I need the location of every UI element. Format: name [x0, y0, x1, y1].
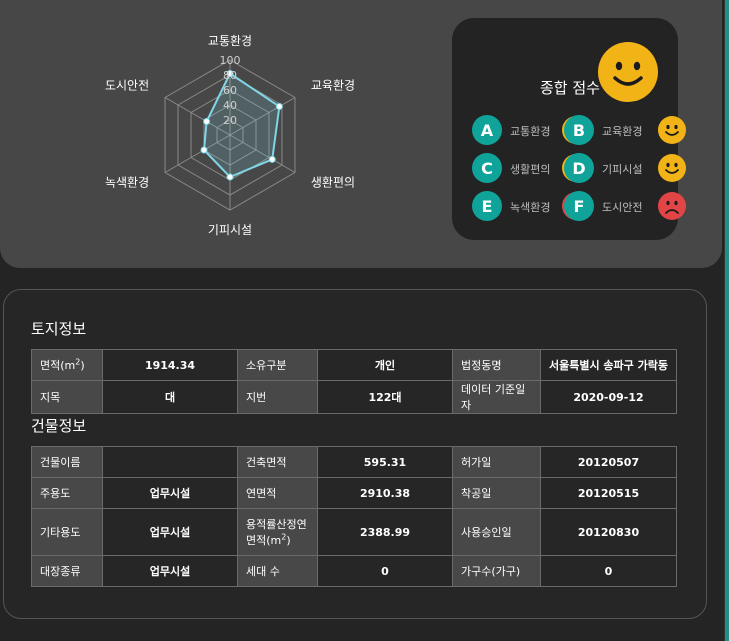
radar-axis-label: 도시안전 [105, 79, 149, 93]
table-header-cell: 기타용도 [31, 508, 103, 556]
grade-badge-f: F [564, 191, 594, 221]
sad-face-icon [658, 192, 686, 220]
table-value-cell: 대 [102, 380, 238, 414]
happy-face-icon [598, 42, 658, 102]
building-info-title: 건물정보 [31, 417, 87, 435]
radar-axis-label: 생환편의 [311, 176, 355, 190]
table-value-cell: 2910.38 [317, 477, 453, 509]
radar-chart: 100 80 60 40 20 교통환경교육환경생환편의기피시설 녹색환경 도시안전 [105, 34, 355, 237]
table-value-cell: 업무시설 [102, 477, 238, 509]
table-value-cell: 20120507 [540, 446, 677, 478]
radar-tick-label: 60 [223, 84, 237, 97]
table-header-cell: 가구수(가구) [452, 555, 541, 587]
table-value-cell: 595.31 [317, 446, 453, 478]
table-header-cell: 소유구분 [237, 349, 318, 381]
table-row: 대장종류 업무시설 세대 수 0 가구수(가구) 0 [31, 555, 677, 587]
radar-point [268, 155, 276, 163]
table-header-cell: 연면적 [237, 477, 318, 509]
table-header-cell: 지목 [31, 380, 103, 414]
score-card: 종합 점수 A 교통환경 B 교육환경 C 생활편의 D 기피시설 E 녹색환경 F 도시안전 [452, 18, 686, 240]
table-value-cell: 20120830 [540, 508, 677, 556]
table-header-cell: 용적률산정연면적(m2) [237, 508, 318, 556]
table-value-cell: 1914.34 [102, 349, 238, 381]
grade-label: 교육환경 [602, 125, 643, 138]
table-value-cell: 0 [540, 555, 677, 587]
table-header-cell: 허가일 [452, 446, 541, 478]
radar-point [200, 146, 208, 154]
table-header-cell: 면적(m2) [31, 349, 103, 381]
right-scroll-edge [724, 0, 729, 641]
grade-label: 도시안전 [602, 201, 643, 214]
table-value-cell: 2020-09-12 [540, 380, 677, 414]
table-header-cell: 사용승인일 [452, 508, 541, 556]
radar-tick-label: 20 [223, 114, 237, 127]
table-row: 건물이름 건축면적 595.31 허가일 20120507 [31, 446, 677, 478]
table-row: 면적(m2) 1914.34 소유구분 개인 법정동명 서울특별시 송파구 가락동 [31, 349, 677, 381]
table-header-cell: 세대 수 [237, 555, 318, 587]
table-header-cell: 건물이름 [31, 446, 103, 478]
table-header-cell: 데이터 기준일자 [452, 380, 541, 414]
grade-label: 교통환경 [510, 125, 551, 138]
radar-tick-label: 80 [223, 69, 237, 82]
land-info-title: 토지정보 [31, 320, 87, 338]
table-header-cell: 법정동명 [452, 349, 541, 381]
table-row: 기타용도 업무시설 용적률산정연면적(m2) 2388.99 사용승인일 20120830 [31, 508, 677, 556]
radar-point [226, 173, 234, 181]
table-row: 지목 대 지번 122대 데이터 기준일자 2020-09-12 [31, 380, 677, 414]
radar-axis-label: 교육환경 [311, 79, 355, 93]
score-title: 종합 점수 [540, 79, 600, 97]
table-value-cell: 122대 [317, 380, 453, 414]
table-header-cell: 대장종류 [31, 555, 103, 587]
land-info-table: 면적(m2) 1914.34 소유구분 개인 법정동명 서울특별시 송파구 가락동 지목 대 지… [31, 349, 677, 414]
grade-label: 생활편의 [510, 163, 551, 176]
grade-badge-d: D [564, 153, 594, 183]
grade-label: 녹색환경 [510, 201, 551, 214]
building-info-table: 건물이름 건축면적 595.31 허가일 20120507 주용도 업무시설 연면적 2910.… [31, 446, 677, 587]
table-row: 주용도 업무시설 연면적 2910.38 착공일 20120515 [31, 477, 677, 509]
table-value-cell: 20120515 [540, 477, 677, 509]
happy-face-icon [658, 116, 686, 144]
grade-badge-c: C [472, 153, 502, 183]
grade-badge-a: A [472, 115, 502, 145]
table-value-cell: 업무시설 [102, 555, 238, 587]
table-value-cell [102, 446, 238, 478]
grade-badge-e: E [472, 191, 502, 221]
radar-point [203, 118, 211, 125]
radar-axis-label: 교통환경 [208, 34, 252, 48]
table-header-cell: 착공일 [452, 477, 541, 509]
grade-badge-b: B [564, 115, 594, 145]
table-value-cell: 서울특별시 송파구 가락동 [540, 349, 677, 381]
radar-tick-label: 100 [220, 54, 241, 67]
radar-axis-label: 녹색환경 [105, 176, 149, 190]
table-value-cell: 개인 [317, 349, 453, 381]
radar-axis-label: 기피시설 [208, 223, 252, 237]
table-value-cell: 업무시설 [102, 508, 238, 556]
radar-series-area [202, 72, 281, 179]
radar-tick-label: 40 [223, 99, 237, 112]
table-header-cell: 지번 [237, 380, 318, 414]
table-header-cell: 건축면적 [237, 446, 318, 478]
radar-point [275, 103, 283, 110]
grade-label: 기피시설 [602, 163, 643, 176]
table-header-cell: 주용도 [31, 477, 103, 509]
happy-face-icon [658, 154, 686, 182]
table-value-cell: 2388.99 [317, 508, 453, 556]
table-value-cell: 0 [317, 555, 453, 587]
